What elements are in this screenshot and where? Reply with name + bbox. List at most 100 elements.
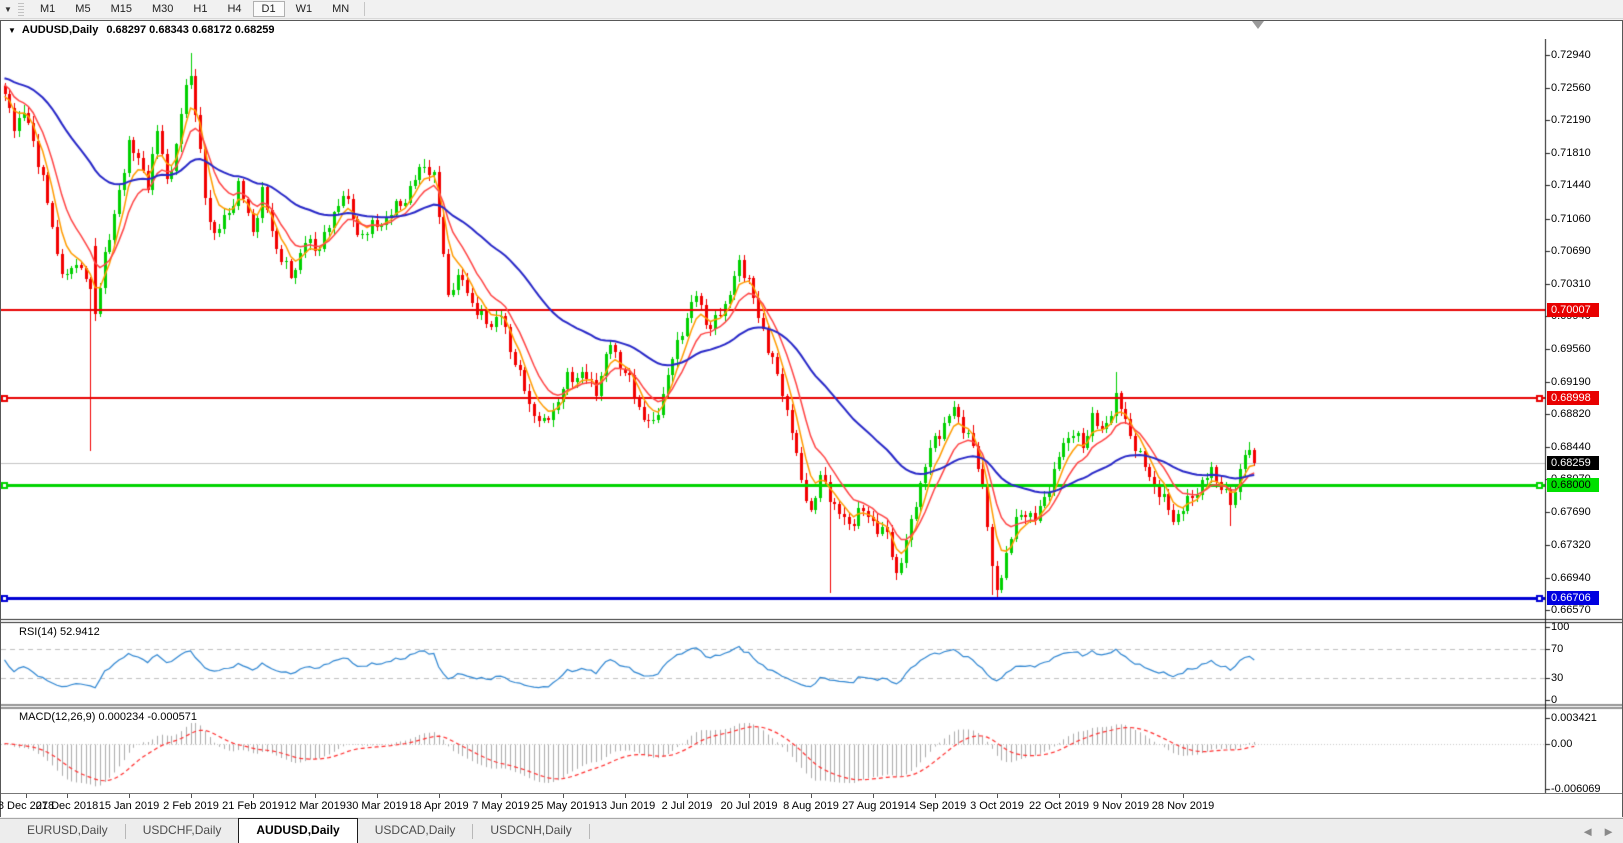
rsi-tick-label: 30: [1551, 672, 1563, 684]
date-tick-label: 18 Apr 2019: [409, 800, 468, 812]
date-tick-label: 2 Feb 2019: [163, 800, 219, 812]
date-tick-mark: [873, 794, 874, 798]
timeframe-button-h1[interactable]: H1: [184, 1, 216, 17]
price-tick-label: 0.67690: [1551, 506, 1591, 518]
price-tick-label: 0.71440: [1551, 179, 1591, 191]
date-tick-mark: [253, 794, 254, 798]
price-tick-label: 0.66570: [1551, 604, 1591, 616]
charts-dropdown-icon[interactable]: ▼: [0, 5, 16, 14]
tab-audusd[interactable]: AUDUSD,Daily: [238, 818, 357, 843]
price-tick-label: 0.70690: [1551, 245, 1591, 257]
timeframe-button-m5[interactable]: M5: [66, 1, 99, 17]
price-tick-label: 0.72940: [1551, 49, 1591, 61]
date-tick-mark: [811, 794, 812, 798]
price-tick-label: 0.68440: [1551, 441, 1591, 453]
price-tick-label: 0.72560: [1551, 82, 1591, 94]
macd-tick-label: 0.003421: [1551, 712, 1597, 724]
tab-scroll-left-icon[interactable]: ◄: [1581, 824, 1594, 839]
chart-title-row: ▼ AUDUSD,Daily 0.68297 0.68343 0.68172 0…: [1, 21, 1622, 39]
macd-tick-label: 0.00: [1551, 738, 1572, 750]
timeframe-button-h4[interactable]: H4: [218, 1, 250, 17]
date-tick-mark: [377, 794, 378, 798]
date-tick-label: 3 Oct 2019: [970, 800, 1024, 812]
level-price-label[interactable]: 0.68259: [1547, 456, 1599, 470]
tab-usdcnh[interactable]: USDCNH,Daily: [473, 819, 588, 843]
date-tick-mark: [625, 794, 626, 798]
price-chart-canvas[interactable]: [1, 39, 1622, 793]
timeframe-button-mn[interactable]: MN: [323, 1, 358, 17]
date-tick-label: 21 Feb 2019: [222, 800, 284, 812]
price-tick-label: 0.66940: [1551, 572, 1591, 584]
rsi-pane-header: RSI(14) 52.9412: [19, 626, 100, 638]
date-tick-label: 30 Mar 2019: [346, 800, 408, 812]
date-tick-mark: [997, 794, 998, 798]
tab-scroll-right-icon[interactable]: ►: [1602, 824, 1615, 839]
timeframe-buttons: M1M5M15M30H1H4D1W1MN: [30, 1, 359, 17]
date-tick-label: 22 Oct 2019: [1029, 800, 1089, 812]
price-tick-label: 0.69190: [1551, 376, 1591, 388]
price-tick-label: 0.68820: [1551, 408, 1591, 420]
date-tick-mark: [129, 794, 130, 798]
rsi-tick-label: 70: [1551, 643, 1563, 655]
date-tick-mark: [501, 794, 502, 798]
timeframe-button-m1[interactable]: M1: [31, 1, 64, 17]
date-axis: 8 Dec 201827 Dec 201815 Jan 20192 Feb 20…: [1, 793, 1622, 817]
rsi-tick-label: 100: [1551, 621, 1569, 633]
date-tick-label: 25 May 2019: [531, 800, 595, 812]
timeframe-button-m30[interactable]: M30: [143, 1, 182, 17]
level-price-label[interactable]: 0.66706: [1547, 591, 1599, 605]
date-tick-mark: [1121, 794, 1122, 798]
rsi-tick-label: 0: [1551, 694, 1557, 706]
toolbar-separator: [364, 2, 365, 16]
date-tick-label: 27 Dec 2018: [36, 800, 98, 812]
date-tick-mark: [67, 794, 68, 798]
date-tick-mark: [563, 794, 564, 798]
date-tick-mark: [1059, 794, 1060, 798]
timeframe-button-d1[interactable]: D1: [253, 1, 285, 17]
date-tick-label: 7 May 2019: [472, 800, 529, 812]
tab-eurusd[interactable]: EURUSD,Daily: [10, 819, 125, 843]
timeframe-button-w1[interactable]: W1: [287, 1, 322, 17]
level-price-label[interactable]: 0.70007: [1547, 303, 1599, 317]
price-tick-label: 0.70310: [1551, 278, 1591, 290]
date-tick-mark: [26, 794, 27, 798]
timeframe-toolbar: ▼ M1M5M15M30H1H4D1W1MN: [0, 0, 1623, 19]
date-tick-mark: [315, 794, 316, 798]
date-tick-mark: [191, 794, 192, 798]
price-tick-label: 0.72190: [1551, 114, 1591, 126]
date-tick-mark: [749, 794, 750, 798]
date-tick-mark: [687, 794, 688, 798]
price-tick-label: 0.71810: [1551, 147, 1591, 159]
title-collapse-icon[interactable]: ▼: [8, 26, 16, 35]
timeframe-button-m15[interactable]: M15: [102, 1, 141, 17]
chart-title-ohlc: 0.68297 0.68343 0.68172 0.68259: [106, 24, 274, 36]
date-tick-label: 2 Jul 2019: [662, 800, 713, 812]
tab-divider: [589, 824, 590, 839]
tab-usdcad[interactable]: USDCAD,Daily: [358, 819, 473, 843]
date-tick-label: 8 Aug 2019: [783, 800, 839, 812]
toolbar-grip[interactable]: [18, 3, 24, 16]
level-price-label[interactable]: 0.68000: [1547, 478, 1599, 492]
price-tick-label: 0.71060: [1551, 213, 1591, 225]
tab-usdchf[interactable]: USDCHF,Daily: [126, 819, 239, 843]
chart-area: 0.72940 0.72560 0.72190 0.71810 0.71440 0.710…: [1, 39, 1622, 817]
macd-pane-header: MACD(12,26,9) 0.000234 -0.000571: [19, 711, 197, 723]
level-price-label[interactable]: 0.68998: [1547, 391, 1599, 405]
date-tick-label: 27 Aug 2019: [842, 800, 904, 812]
chart-tab-bar: EURUSD,DailyUSDCHF,DailyAUDUSD,DailyUSDC…: [0, 818, 1623, 843]
date-tick-label: 15 Jan 2019: [99, 800, 160, 812]
date-tick-mark: [935, 794, 936, 798]
price-tick-label: 0.69560: [1551, 343, 1591, 355]
date-tick-label: 28 Nov 2019: [1152, 800, 1214, 812]
tab-scroll-arrows: ◄►: [1581, 824, 1615, 839]
date-tick-label: 12 Mar 2019: [284, 800, 346, 812]
chart-window: ▼ AUDUSD,Daily 0.68297 0.68343 0.68172 0…: [0, 20, 1623, 817]
date-tick-label: 14 Sep 2019: [904, 800, 966, 812]
price-tick-label: 0.67320: [1551, 539, 1591, 551]
date-tick-label: 20 Jul 2019: [721, 800, 778, 812]
chart-shift-marker[interactable]: [1252, 21, 1264, 29]
chart-title-symbol: AUDUSD,Daily: [22, 24, 98, 36]
date-tick-label: 9 Nov 2019: [1093, 800, 1149, 812]
date-tick-mark: [439, 794, 440, 798]
date-tick-label: 13 Jun 2019: [595, 800, 656, 812]
